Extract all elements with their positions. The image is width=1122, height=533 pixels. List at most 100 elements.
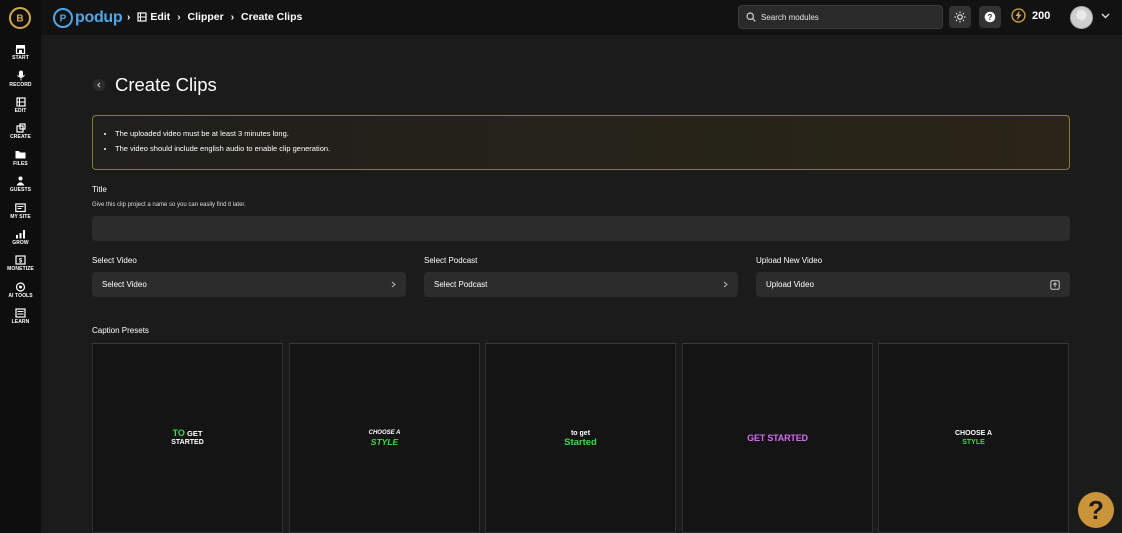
title-hint: Give this clip project a name so you can…: [92, 202, 246, 208]
preset-line: STARTED: [171, 439, 204, 446]
store-icon: [15, 43, 27, 54]
upload-video-value: Upload Video: [766, 280, 814, 289]
question-icon: ?: [984, 11, 996, 23]
caption-preset-card[interactable]: CHOOSE A STYLE: [289, 343, 480, 533]
chevron-right-icon: ›: [230, 11, 235, 23]
breadcrumb-create-clips: Create Clips: [241, 11, 303, 23]
chevron-down-icon[interactable]: [1101, 13, 1110, 19]
notice-item: The uploaded video must be at least 3 mi…: [115, 126, 1069, 141]
caption-preset-card[interactable]: to get Started: [485, 343, 676, 533]
preset-line: TO GET: [172, 428, 203, 439]
caption-preset-card[interactable]: TO GET STARTED: [92, 343, 283, 533]
upload-video-label: Upload New Video: [756, 256, 823, 265]
brand-logo[interactable]: P podup: [53, 7, 123, 28]
back-button[interactable]: [93, 79, 105, 91]
search-icon: [746, 12, 756, 22]
microphone-icon: [15, 70, 27, 81]
app-logo-icon[interactable]: B: [9, 7, 31, 29]
sidebar-item-ai-tools[interactable]: AI TOOLS: [0, 281, 41, 299]
chevron-right-icon: ›: [127, 11, 131, 23]
monetize-icon: $: [15, 254, 27, 265]
sidebar-item-label: CREATE: [10, 134, 31, 140]
svg-text:P: P: [60, 13, 67, 24]
preset-accent: TO: [172, 428, 185, 438]
sidebar-item-files[interactable]: FILES: [0, 149, 41, 167]
caption-presets-label: Caption Presets: [92, 326, 149, 335]
sidebar-item-label: AI TOOLS: [8, 293, 33, 299]
site-icon: [15, 202, 27, 213]
sidebar-item-label: FILES: [13, 161, 28, 167]
film-icon: [137, 12, 147, 22]
breadcrumb: › Edit › Clipper › Create Clips: [120, 11, 302, 23]
sidebar-item-label: GROW: [12, 240, 29, 246]
sidebar-item-label: EDIT: [14, 108, 27, 114]
preset-line: CHOOSE A: [954, 430, 993, 437]
sidebar-item-learn[interactable]: LEARN: [0, 307, 41, 325]
upload-icon: [1050, 279, 1060, 290]
title-label: Title: [92, 185, 107, 194]
select-video-dropdown[interactable]: Select Video: [92, 272, 406, 297]
caption-preset-card[interactable]: GET STARTED: [682, 343, 873, 533]
question-icon: ?: [1088, 494, 1104, 525]
preset-line: GET STARTED: [747, 432, 808, 443]
avatar[interactable]: [1070, 6, 1093, 29]
learn-icon: [15, 307, 27, 318]
credits-count: 200: [1032, 9, 1051, 22]
requirements-notice: The uploaded video must be at least 3 mi…: [92, 115, 1070, 170]
sidebar-item-monetize[interactable]: $ MONETIZE: [0, 254, 41, 272]
svg-text:?: ?: [988, 13, 993, 22]
chart-icon: [15, 228, 27, 239]
brand-circle-icon: P: [53, 7, 73, 28]
page-title: Create Clips: [115, 74, 217, 95]
preset-line: STYLE: [370, 437, 399, 447]
chevron-right-icon: [391, 281, 396, 288]
help-chat-button[interactable]: ?: [1078, 492, 1114, 528]
caption-presets-grid: TO GET STARTED CHOOSE A STYLE to get Sta…: [92, 343, 1070, 533]
search-box: [738, 5, 943, 29]
sidebar-item-label: RECORD: [9, 82, 32, 88]
chevron-right-icon: [723, 281, 728, 288]
title-input[interactable]: [92, 216, 1070, 241]
sidebar: B START RECORD EDIT CREATE FILES GUESTS: [0, 0, 41, 533]
help-button[interactable]: ?: [979, 6, 1001, 28]
brand-name: podup: [75, 8, 123, 26]
lightning-icon: [1011, 8, 1026, 23]
breadcrumb-label: Edit: [150, 11, 171, 23]
film-icon: [15, 96, 27, 107]
guests-icon: [15, 175, 27, 186]
theme-toggle-button[interactable]: [949, 6, 971, 28]
select-podcast-dropdown[interactable]: Select Podcast: [424, 272, 738, 297]
sidebar-item-edit[interactable]: EDIT: [0, 96, 41, 114]
upload-video-button[interactable]: Upload Video: [756, 272, 1070, 297]
preset-line: STYLE: [962, 439, 985, 446]
sidebar-item-guests[interactable]: GUESTS: [0, 175, 41, 193]
create-icon: [15, 122, 27, 133]
app-root: B START RECORD EDIT CREATE FILES GUESTS: [0, 0, 1122, 533]
sidebar-item-my-site[interactable]: MY SITE: [0, 202, 41, 220]
credits-display[interactable]: 200: [1011, 8, 1050, 23]
sun-icon: [954, 11, 966, 23]
select-video-label: Select Video: [92, 256, 137, 265]
preset-line: Started: [564, 437, 597, 448]
sidebar-item-start[interactable]: START: [0, 43, 41, 61]
notice-item: The video should include english audio t…: [115, 141, 1069, 156]
breadcrumb-edit[interactable]: Edit: [137, 11, 170, 23]
select-podcast-label: Select Podcast: [424, 256, 478, 265]
sidebar-item-label: MY SITE: [10, 214, 31, 220]
folder-icon: [15, 149, 27, 160]
ai-icon: [15, 281, 27, 292]
sidebar-item-label: LEARN: [11, 319, 30, 325]
chevron-right-icon: ›: [177, 11, 181, 23]
sidebar-item-create[interactable]: CREATE: [0, 122, 41, 140]
main-content: Create Clips The uploaded video must be …: [41, 35, 1122, 533]
caption-preset-card[interactable]: CHOOSE A STYLE: [878, 343, 1069, 533]
chevron-left-icon: [97, 82, 101, 88]
select-podcast-value: Select Podcast: [434, 280, 488, 289]
sidebar-item-label: MONETIZE: [7, 266, 34, 272]
sidebar-item-record[interactable]: RECORD: [0, 70, 41, 88]
top-bar: P podup › Edit › Clipper › Create Clips …: [41, 0, 1122, 35]
select-video-value: Select Video: [102, 280, 147, 289]
search-input[interactable]: [761, 12, 931, 22]
sidebar-item-grow[interactable]: GROW: [0, 228, 41, 246]
breadcrumb-clipper[interactable]: Clipper: [188, 11, 224, 23]
